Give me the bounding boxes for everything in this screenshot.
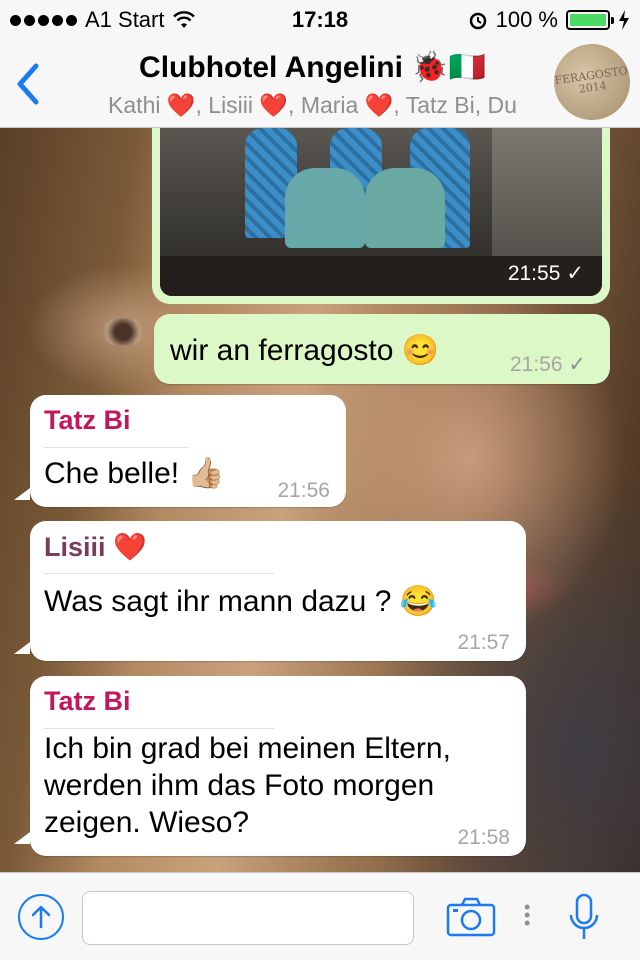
- message-text: Was sagt ihr mann dazu ? 😂: [44, 585, 438, 618]
- delivered-check-icon: ✓: [568, 353, 586, 376]
- battery-percent: 100 %: [495, 7, 558, 32]
- back-chevron-icon[interactable]: [14, 62, 46, 106]
- message-time: 21:56: [277, 479, 330, 502]
- chat-header: Clubhotel Angelini 🐞🇮🇹 Kathi ❤️, Lisiii …: [0, 39, 640, 128]
- message-line: Ich bin grad bei meinen Eltern,: [44, 732, 451, 765]
- photo-message[interactable]: 21:55 ✓: [152, 128, 610, 304]
- status-bar: A1 Start 17:18 100 %: [0, 0, 640, 40]
- message-time: 21:58: [457, 826, 510, 849]
- bubble-tail: [14, 832, 30, 844]
- message-text: Ich bin grad bei meinen Eltern, werden i…: [44, 730, 451, 841]
- message-time: 21:57: [457, 631, 510, 654]
- message-line: zeigen. Wieso?: [44, 806, 250, 839]
- group-members[interactable]: Kathi ❤️, Lisiii ❤️, Maria ❤️, Tatz Bi, …: [80, 92, 545, 119]
- outgoing-message[interactable]: wir an ferragosto 😊 21:56 ✓: [154, 314, 610, 384]
- photo-timestamp: 21:55 ✓: [507, 261, 584, 286]
- wifi-icon: [173, 11, 196, 28]
- charging-icon: [619, 10, 629, 30]
- group-title[interactable]: Clubhotel Angelini 🐞🇮🇹: [80, 50, 545, 85]
- message-text: wir an ferragosto 😊: [170, 334, 440, 367]
- group-avatar-text: FERAGOSTO 2014: [553, 64, 629, 96]
- background-photo-detail: [100, 318, 146, 346]
- camera-icon[interactable]: [446, 897, 496, 937]
- sender-name: Tatz Bi: [44, 405, 131, 435]
- bubble-tail: [14, 488, 30, 500]
- battery-icon: [566, 10, 614, 30]
- incoming-message[interactable]: Lisiii ❤️ Was sagt ihr mann dazu ? 😂 21:…: [30, 521, 526, 661]
- incoming-message[interactable]: Tatz Bi Che belle! 👍🏼 21:56: [30, 395, 346, 507]
- alarm-icon: [469, 12, 486, 30]
- upload-icon[interactable]: [18, 894, 64, 940]
- message-line: werden ihm das Foto morgen: [44, 769, 435, 802]
- photo-image[interactable]: 21:55 ✓: [160, 128, 602, 296]
- message-text: Che belle! 👍🏼: [44, 457, 225, 490]
- incoming-message[interactable]: Tatz Bi Ich bin grad bei meinen Eltern, …: [30, 676, 526, 856]
- more-dots-icon: • • •: [524, 897, 531, 933]
- message-time: 21:56 ✓: [509, 353, 586, 376]
- bubble-tail: [14, 642, 30, 654]
- sender-name: Lisiii ❤️: [44, 532, 147, 562]
- sender-name: Tatz Bi: [44, 686, 131, 716]
- mic-icon[interactable]: [566, 893, 602, 945]
- signal-strength-icon: [10, 14, 77, 26]
- input-bar: • • •: [0, 872, 640, 960]
- message-input[interactable]: [82, 891, 414, 945]
- group-avatar[interactable]: FERAGOSTO 2014: [549, 39, 635, 125]
- sent-check-icon: ✓: [566, 262, 584, 285]
- carrier-label: A1 Start: [85, 7, 165, 32]
